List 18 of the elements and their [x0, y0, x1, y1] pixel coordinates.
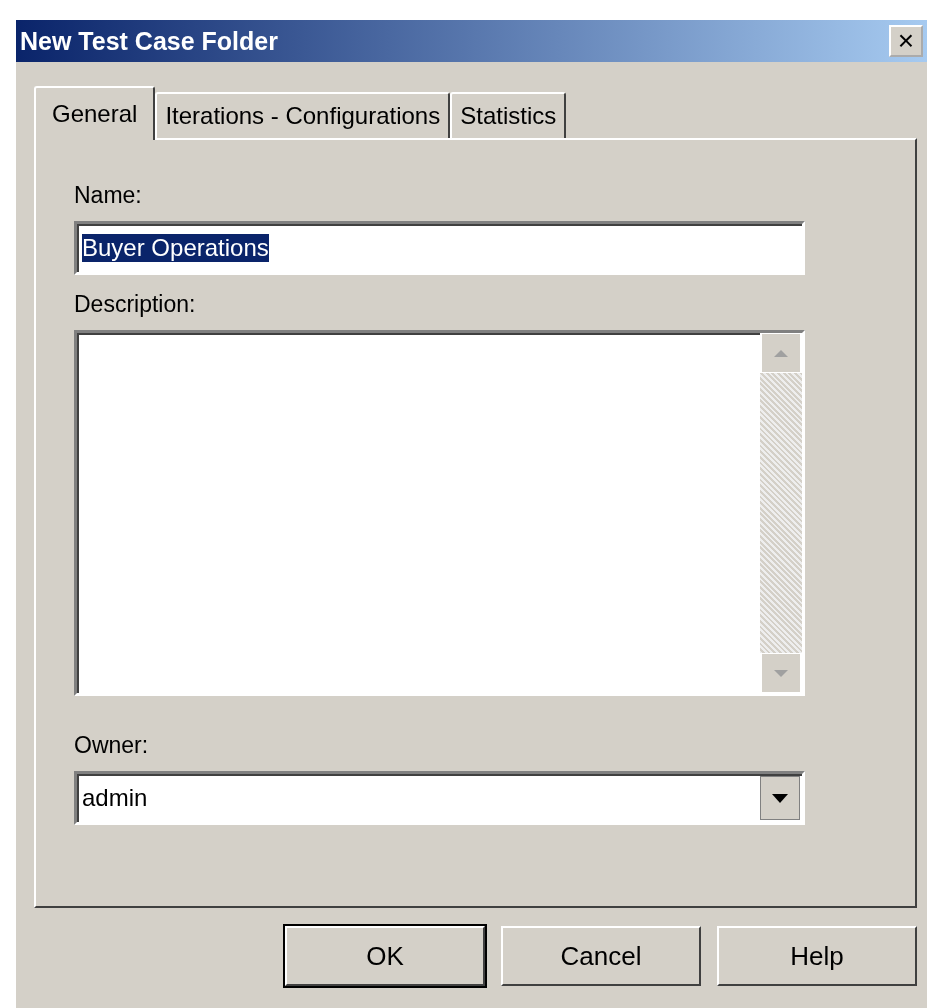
scroll-up-icon[interactable]: [760, 333, 802, 373]
dialog-button[interactable]: Cancel: [501, 926, 701, 986]
tab[interactable]: Iterations - Configurations: [155, 92, 451, 138]
owner-dropdown[interactable]: admin: [74, 771, 805, 825]
description-field[interactable]: [74, 330, 805, 696]
scrollbar[interactable]: [760, 333, 802, 693]
close-button[interactable]: ×: [889, 25, 923, 57]
dropdown-arrow-icon[interactable]: [760, 776, 800, 820]
field-label: Description:: [74, 291, 197, 318]
tab[interactable]: Statistics: [450, 92, 567, 138]
field-label: Owner:: [74, 732, 150, 759]
tab[interactable]: General: [34, 86, 156, 140]
dialog-button[interactable]: Help: [717, 926, 917, 986]
name-field[interactable]: Buyer Operations: [74, 221, 805, 275]
field-label: Name:: [74, 182, 143, 209]
scroll-down-icon[interactable]: [760, 653, 802, 693]
dialog-button[interactable]: OK: [285, 926, 485, 986]
window-title: New Test Case Folder: [20, 26, 278, 56]
